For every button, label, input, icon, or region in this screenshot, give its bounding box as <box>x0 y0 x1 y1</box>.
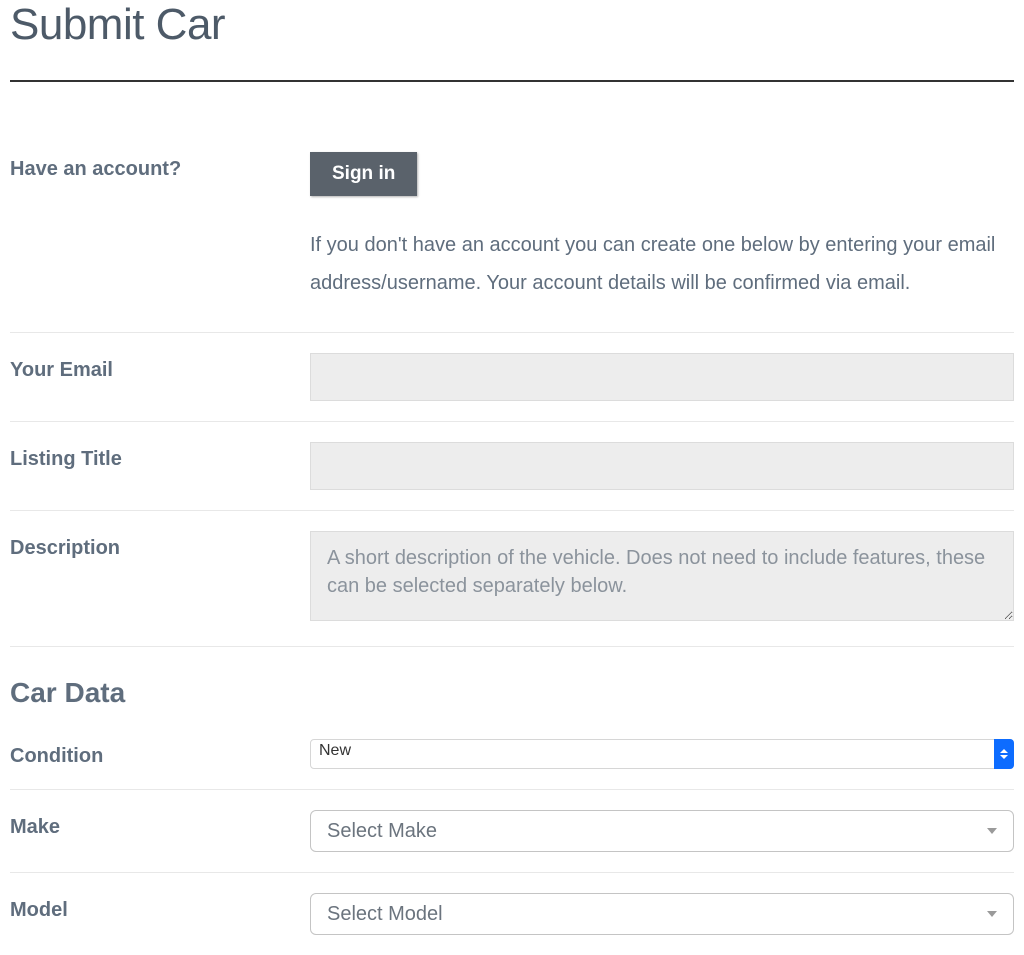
model-select[interactable]: Select Model <box>310 893 1014 935</box>
title-divider <box>10 80 1014 82</box>
account-help-text: If you don't have an account you can cre… <box>310 226 1014 302</box>
signin-button[interactable]: Sign in <box>310 152 417 196</box>
condition-select[interactable]: New <box>310 739 1014 769</box>
description-label: Description <box>10 531 310 560</box>
model-select-value: Select Model <box>327 903 443 926</box>
email-label: Your Email <box>10 353 310 382</box>
description-textarea[interactable] <box>310 531 1014 621</box>
page-title: Submit Car <box>10 0 1014 80</box>
make-select-value: Select Make <box>327 820 437 843</box>
listing-title-label: Listing Title <box>10 442 310 471</box>
car-data-heading: Car Data <box>10 647 1014 719</box>
chevron-down-icon <box>987 911 997 917</box>
account-label: Have an account? <box>10 152 310 181</box>
listing-title-input[interactable] <box>310 442 1014 490</box>
chevron-down-icon <box>987 828 997 834</box>
make-label: Make <box>10 810 310 839</box>
condition-label: Condition <box>10 739 310 768</box>
email-input[interactable] <box>310 353 1014 401</box>
model-label: Model <box>10 893 310 922</box>
make-select[interactable]: Select Make <box>310 810 1014 852</box>
